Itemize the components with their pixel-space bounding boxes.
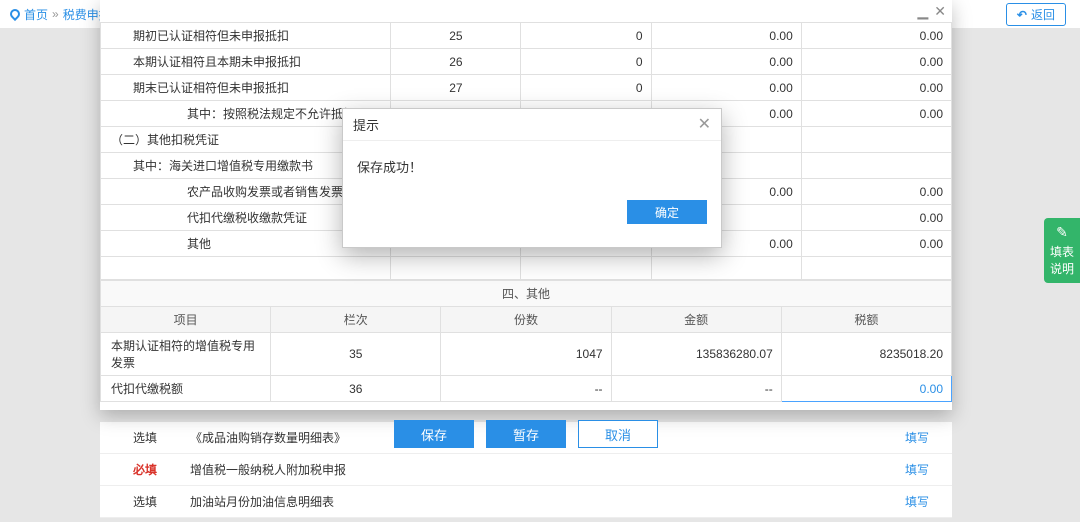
cell-amount[interactable]: 0.00	[651, 75, 801, 101]
cell-amount[interactable]: --	[611, 376, 781, 402]
cell-count[interactable]: 0	[521, 75, 651, 101]
cell-tax[interactable]: 0.00	[781, 376, 951, 402]
col-header-name: 项目	[101, 307, 271, 333]
cell-count[interactable]: 0	[521, 49, 651, 75]
cell-tax[interactable]: 8235018.20	[781, 333, 951, 376]
form-tag: 选填	[100, 493, 190, 510]
row-name: 本期认证相符的增值税专用发票	[101, 333, 271, 376]
col-header-tax: 税额	[781, 307, 951, 333]
other-section-table: 四、其他 项目 栏次 份数 金额 税额 本期认证相符的增值税专用发票351047…	[100, 280, 952, 402]
cell-tax[interactable]: 0.00	[801, 75, 951, 101]
tempsave-button[interactable]: 暂存	[486, 420, 566, 448]
cell-tax[interactable]: 0.00	[801, 49, 951, 75]
cell-count[interactable]: 0	[521, 23, 651, 49]
table-row: 本期认证相符且本期未申报抵扣2600.000.00	[101, 49, 952, 75]
cell[interactable]	[651, 257, 801, 280]
alert-close-icon[interactable]: ✕	[698, 118, 711, 132]
cell-tax[interactable]: 0.00	[801, 179, 951, 205]
alert-ok-button[interactable]: 确定	[627, 200, 707, 224]
col-header-count: 份数	[441, 307, 611, 333]
cell-tax[interactable]: 0.00	[801, 101, 951, 127]
cell-lanci[interactable]: 26	[391, 49, 521, 75]
table-row: 代扣代缴税额36----0.00	[101, 376, 952, 402]
back-arrow-icon: ↶	[1017, 8, 1027, 22]
table-row	[101, 257, 952, 280]
breadcrumb-home[interactable]: 首页	[24, 6, 48, 23]
cancel-button[interactable]: 取消	[578, 420, 658, 448]
cell-tax[interactable]	[801, 127, 951, 153]
cell-lanci[interactable]: 36	[271, 376, 441, 402]
form-title: 加油站月份加油信息明细表	[190, 493, 882, 510]
row-name: 代扣代缴税额	[101, 376, 271, 402]
form-fill-link[interactable]: 填写	[905, 463, 929, 477]
col-header-lanci: 栏次	[271, 307, 441, 333]
help-tab-label: 填表说明	[1050, 245, 1074, 276]
cell-tax[interactable]: 0.00	[801, 205, 951, 231]
cell-count[interactable]: --	[441, 376, 611, 402]
cell-amount[interactable]: 0.00	[651, 23, 801, 49]
minimize-icon[interactable]: ▁	[917, 4, 928, 18]
section-title: 四、其他	[101, 281, 952, 307]
table-row: 期初已认证相符但未申报抵扣2500.000.00	[101, 23, 952, 49]
cell[interactable]	[801, 257, 951, 280]
form-title: 增值税一般纳税人附加税申报	[190, 461, 882, 478]
row-name: 期末已认证相符但未申报抵扣	[101, 75, 391, 101]
cell-tax[interactable]: 0.00	[801, 231, 951, 257]
pencil-icon: ✎	[1048, 224, 1076, 241]
cell-lanci[interactable]: 27	[391, 75, 521, 101]
row-name	[101, 257, 391, 280]
cell-amount[interactable]: 0.00	[651, 49, 801, 75]
cell-tax[interactable]: 0.00	[801, 23, 951, 49]
alert-dialog: 提示 ✕ 保存成功！ 确定	[342, 108, 722, 248]
action-button-row: 保存 暂存 取消	[100, 420, 952, 448]
form-list-row: 必填 增值税一般纳税人附加税申报 填写	[100, 454, 952, 486]
cell[interactable]	[391, 257, 521, 280]
breadcrumb-sep: »	[52, 7, 59, 21]
help-tab[interactable]: ✎ 填表说明	[1044, 218, 1080, 283]
cell-lanci[interactable]: 25	[391, 23, 521, 49]
cell-lanci[interactable]: 35	[271, 333, 441, 376]
col-header-amount: 金额	[611, 307, 781, 333]
table-row: 期末已认证相符但未申报抵扣2700.000.00	[101, 75, 952, 101]
cell-amount[interactable]: 135836280.07	[611, 333, 781, 376]
close-icon[interactable]: ✕	[934, 4, 946, 18]
back-button[interactable]: ↶ 返回	[1006, 3, 1066, 26]
back-button-label: 返回	[1031, 6, 1055, 23]
row-name: 期初已认证相符但未申报抵扣	[101, 23, 391, 49]
cell-count[interactable]: 1047	[441, 333, 611, 376]
cell-tax[interactable]	[801, 153, 951, 179]
alert-title: 提示	[353, 115, 379, 134]
table-row: 本期认证相符的增值税专用发票351047135836280.078235018.…	[101, 333, 952, 376]
location-icon	[8, 7, 22, 21]
form-fill-link[interactable]: 填写	[905, 495, 929, 509]
cell[interactable]	[521, 257, 651, 280]
form-list-row: 选填 加油站月份加油信息明细表 填写	[100, 486, 952, 518]
row-name: 本期认证相符且本期未申报抵扣	[101, 49, 391, 75]
save-button[interactable]: 保存	[394, 420, 474, 448]
alert-message: 保存成功！	[343, 141, 721, 192]
form-tag-required: 必填	[100, 461, 190, 478]
